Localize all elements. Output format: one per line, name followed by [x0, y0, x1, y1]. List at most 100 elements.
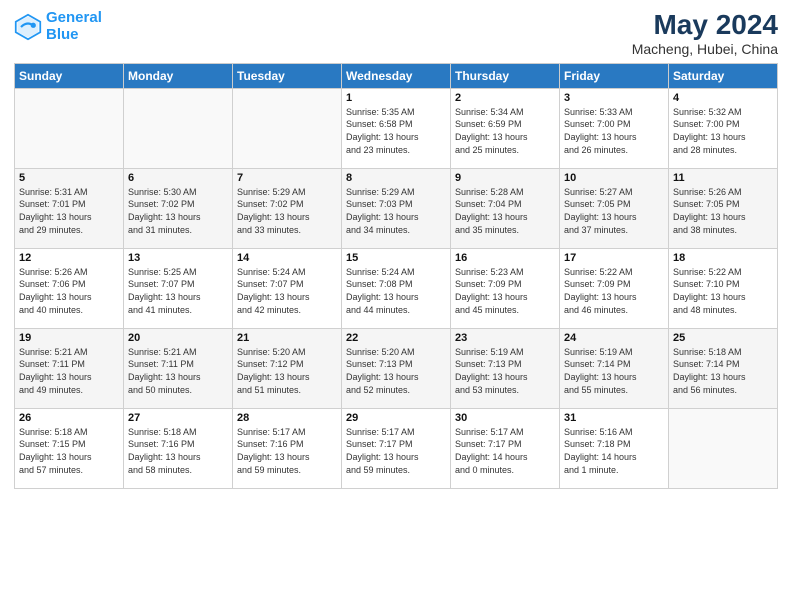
day-cell: 1Sunrise: 5:35 AM Sunset: 6:58 PM Daylig…	[342, 88, 451, 168]
header-wednesday: Wednesday	[342, 63, 451, 88]
day-info: Sunrise: 5:34 AM Sunset: 6:59 PM Dayligh…	[455, 106, 555, 156]
day-number: 11	[673, 172, 773, 184]
day-number: 3	[564, 92, 664, 104]
day-info: Sunrise: 5:16 AM Sunset: 7:18 PM Dayligh…	[564, 426, 664, 476]
week-row-3: 19Sunrise: 5:21 AM Sunset: 7:11 PM Dayli…	[15, 328, 778, 408]
day-info: Sunrise: 5:26 AM Sunset: 7:05 PM Dayligh…	[673, 186, 773, 236]
day-number: 30	[455, 412, 555, 424]
day-info: Sunrise: 5:18 AM Sunset: 7:16 PM Dayligh…	[128, 426, 228, 476]
day-cell: 3Sunrise: 5:33 AM Sunset: 7:00 PM Daylig…	[560, 88, 669, 168]
day-cell: 13Sunrise: 5:25 AM Sunset: 7:07 PM Dayli…	[124, 248, 233, 328]
day-info: Sunrise: 5:22 AM Sunset: 7:10 PM Dayligh…	[673, 266, 773, 316]
calendar-table: SundayMondayTuesdayWednesdayThursdayFrid…	[14, 63, 778, 489]
day-cell: 4Sunrise: 5:32 AM Sunset: 7:00 PM Daylig…	[669, 88, 778, 168]
header-tuesday: Tuesday	[233, 63, 342, 88]
day-cell: 2 Sunrise: 5:34 AM Sunset: 6:59 PM Daylig…	[451, 88, 560, 168]
day-info: Sunrise: 5:18 AM Sunset: 7:14 PM Dayligh…	[673, 346, 773, 396]
day-number: 1	[346, 92, 446, 104]
day-info: Sunrise: 5:29 AM Sunset: 7:02 PM Dayligh…	[237, 186, 337, 236]
day-info: Sunrise: 5:20 AM Sunset: 7:12 PM Dayligh…	[237, 346, 337, 396]
day-number: 2	[455, 92, 555, 104]
header-monday: Monday	[124, 63, 233, 88]
day-info: Sunrise: 5:17 AM Sunset: 7:16 PM Dayligh…	[237, 426, 337, 476]
day-cell: 20 Sunrise: 5:21 AM Sunset: 7:11 PM Dayli…	[124, 328, 233, 408]
main-container: General Blue May 2024 Macheng, Hubei, Ch…	[0, 0, 792, 499]
header-friday: Friday	[560, 63, 669, 88]
day-number: 28	[237, 412, 337, 424]
day-info: Sunrise: 5:19 AM Sunset: 7:13 PM Dayligh…	[455, 346, 555, 396]
day-number: 14	[237, 252, 337, 264]
day-number: 4	[673, 92, 773, 104]
day-number: 26	[19, 412, 119, 424]
day-number: 20	[128, 332, 228, 344]
day-cell: 21 Sunrise: 5:20 AM Sunset: 7:12 PM Dayli…	[233, 328, 342, 408]
day-info: Sunrise: 5:17 AM Sunset: 7:17 PM Dayligh…	[455, 426, 555, 476]
day-cell	[15, 88, 124, 168]
day-cell: 8 Sunrise: 5:29 AM Sunset: 7:03 PM Daylig…	[342, 168, 451, 248]
day-cell: 12 Sunrise: 5:26 AM Sunset: 7:06 PM Dayli…	[15, 248, 124, 328]
day-info: Sunrise: 5:29 AM Sunset: 7:03 PM Dayligh…	[346, 186, 446, 236]
day-info: Sunrise: 5:18 AM Sunset: 7:15 PM Dayligh…	[19, 426, 119, 476]
day-number: 21	[237, 332, 337, 344]
day-cell: 22 Sunrise: 5:20 AM Sunset: 7:13 PM Dayli…	[342, 328, 451, 408]
day-number: 9	[455, 172, 555, 184]
week-row-0: 1Sunrise: 5:35 AM Sunset: 6:58 PM Daylig…	[15, 88, 778, 168]
day-info: Sunrise: 5:30 AM Sunset: 7:02 PM Dayligh…	[128, 186, 228, 236]
day-info: Sunrise: 5:26 AM Sunset: 7:06 PM Dayligh…	[19, 266, 119, 316]
day-number: 31	[564, 412, 664, 424]
header-saturday: Saturday	[669, 63, 778, 88]
day-cell	[124, 88, 233, 168]
day-number: 12	[19, 252, 119, 264]
day-cell: 25 Sunrise: 5:18 AM Sunset: 7:14 PM Dayli…	[669, 328, 778, 408]
day-number: 27	[128, 412, 228, 424]
day-cell	[233, 88, 342, 168]
day-cell: 27 Sunrise: 5:18 AM Sunset: 7:16 PM Dayli…	[124, 408, 233, 488]
day-info: Sunrise: 5:19 AM Sunset: 7:14 PM Dayligh…	[564, 346, 664, 396]
calendar-subtitle: Macheng, Hubei, China	[632, 41, 778, 57]
day-cell: 11 Sunrise: 5:26 AM Sunset: 7:05 PM Dayli…	[669, 168, 778, 248]
day-info: Sunrise: 5:17 AM Sunset: 7:17 PM Dayligh…	[346, 426, 446, 476]
day-number: 15	[346, 252, 446, 264]
day-info: Sunrise: 5:24 AM Sunset: 7:08 PM Dayligh…	[346, 266, 446, 316]
day-number: 22	[346, 332, 446, 344]
day-cell: 28 Sunrise: 5:17 AM Sunset: 7:16 PM Dayli…	[233, 408, 342, 488]
header-row: General Blue May 2024 Macheng, Hubei, Ch…	[14, 10, 778, 57]
day-cell: 16Sunrise: 5:23 AM Sunset: 7:09 PM Dayli…	[451, 248, 560, 328]
day-info: Sunrise: 5:27 AM Sunset: 7:05 PM Dayligh…	[564, 186, 664, 236]
day-cell: 5 Sunrise: 5:31 AM Sunset: 7:01 PM Daylig…	[15, 168, 124, 248]
day-number: 7	[237, 172, 337, 184]
logo-icon	[14, 13, 42, 41]
day-info: Sunrise: 5:21 AM Sunset: 7:11 PM Dayligh…	[128, 346, 228, 396]
day-number: 25	[673, 332, 773, 344]
day-number: 5	[19, 172, 119, 184]
header-row-days: SundayMondayTuesdayWednesdayThursdayFrid…	[15, 63, 778, 88]
day-number: 23	[455, 332, 555, 344]
day-cell: 30 Sunrise: 5:17 AM Sunset: 7:17 PM Dayli…	[451, 408, 560, 488]
day-cell: 29Sunrise: 5:17 AM Sunset: 7:17 PM Dayli…	[342, 408, 451, 488]
day-info: Sunrise: 5:28 AM Sunset: 7:04 PM Dayligh…	[455, 186, 555, 236]
title-block: May 2024 Macheng, Hubei, China	[632, 10, 778, 57]
day-info: Sunrise: 5:23 AM Sunset: 7:09 PM Dayligh…	[455, 266, 555, 316]
day-cell: 17 Sunrise: 5:22 AM Sunset: 7:09 PM Dayli…	[560, 248, 669, 328]
day-cell: 10 Sunrise: 5:27 AM Sunset: 7:05 PM Dayli…	[560, 168, 669, 248]
day-info: Sunrise: 5:31 AM Sunset: 7:01 PM Dayligh…	[19, 186, 119, 236]
day-cell	[669, 408, 778, 488]
day-number: 6	[128, 172, 228, 184]
day-cell: 19Sunrise: 5:21 AM Sunset: 7:11 PM Dayli…	[15, 328, 124, 408]
day-cell: 6 Sunrise: 5:30 AM Sunset: 7:02 PM Daylig…	[124, 168, 233, 248]
day-number: 10	[564, 172, 664, 184]
day-cell: 31 Sunrise: 5:16 AM Sunset: 7:18 PM Dayli…	[560, 408, 669, 488]
day-info: Sunrise: 5:20 AM Sunset: 7:13 PM Dayligh…	[346, 346, 446, 396]
day-cell: 15 Sunrise: 5:24 AM Sunset: 7:08 PM Dayli…	[342, 248, 451, 328]
day-number: 17	[564, 252, 664, 264]
week-row-2: 12 Sunrise: 5:26 AM Sunset: 7:06 PM Dayli…	[15, 248, 778, 328]
day-cell: 14Sunrise: 5:24 AM Sunset: 7:07 PM Dayli…	[233, 248, 342, 328]
day-cell: 18Sunrise: 5:22 AM Sunset: 7:10 PM Dayli…	[669, 248, 778, 328]
logo: General Blue	[14, 10, 102, 43]
day-info: Sunrise: 5:22 AM Sunset: 7:09 PM Dayligh…	[564, 266, 664, 316]
calendar-title: May 2024	[632, 10, 778, 41]
day-number: 8	[346, 172, 446, 184]
week-row-4: 26 Sunrise: 5:18 AM Sunset: 7:15 PM Dayli…	[15, 408, 778, 488]
day-cell: 9 Sunrise: 5:28 AM Sunset: 7:04 PM Daylig…	[451, 168, 560, 248]
week-row-1: 5 Sunrise: 5:31 AM Sunset: 7:01 PM Daylig…	[15, 168, 778, 248]
